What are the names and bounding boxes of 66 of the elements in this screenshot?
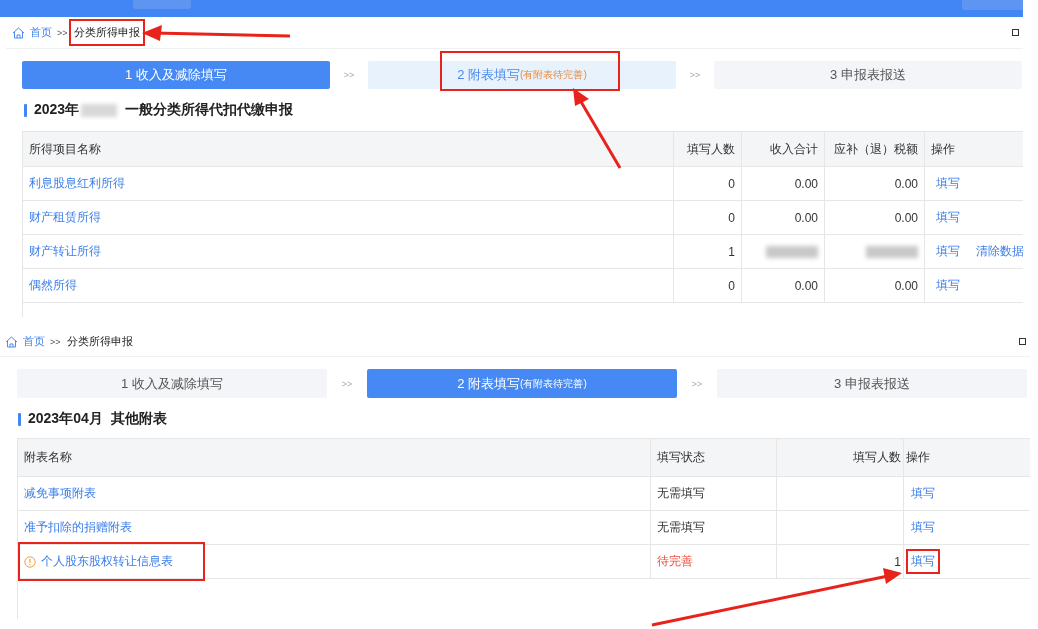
action-link[interactable]: 填写 (906, 481, 940, 506)
form-link[interactable]: 财产转让所得 (29, 243, 101, 260)
step-tab[interactable]: 3 申报表报送 (717, 369, 1027, 398)
step-tab[interactable]: 2 附表填写(有附表待完善) (368, 61, 676, 89)
action-link[interactable]: 填写 (906, 515, 940, 540)
form-link[interactable]: 偶然所得 (29, 277, 77, 294)
table-cell: 无需填写 (657, 485, 705, 502)
column-header: 附表名称 (18, 439, 651, 476)
table-cell: 0.00 (894, 210, 918, 225)
step-tab[interactable]: 3 申报表报送 (714, 61, 1022, 89)
form-link[interactable]: 个人股东股权转让信息表 (41, 553, 173, 570)
step-separator: >> (688, 70, 702, 80)
column-header: 应补（退）税额 (825, 132, 925, 166)
step-tab[interactable]: 1 收入及减除填写 (17, 369, 327, 398)
breadcrumb-current: 分类所得申报 (65, 334, 134, 349)
table-cell: 0 (728, 210, 735, 225)
home-icon (12, 26, 25, 39)
table-cell: 0.00 (794, 278, 818, 293)
action-link[interactable]: 填写 (906, 549, 940, 574)
step-separator: >> (690, 378, 704, 389)
column-header: 操作 (905, 449, 931, 466)
home-icon (5, 335, 18, 348)
form-link[interactable]: 准予扣除的捐赠附表 (24, 519, 132, 536)
table-cell: 0.00 (794, 210, 818, 225)
action-link[interactable]: 填写 (931, 273, 965, 298)
heading-accent (24, 103, 27, 117)
status-text: 待完善 (657, 553, 693, 570)
heading-accent (18, 412, 21, 426)
blurred-value (866, 245, 918, 258)
table-cell: 0.00 (894, 278, 918, 293)
step-separator: >> (340, 378, 354, 389)
table-cell: 0.00 (794, 176, 818, 191)
breadcrumb-separator: >> (50, 336, 61, 347)
column-header: 所得项目名称 (23, 132, 674, 166)
step-tab[interactable]: 2 附表填写(有附表待完善) (367, 369, 677, 398)
step-separator: >> (342, 70, 356, 80)
action-link[interactable]: 填写 (931, 171, 965, 196)
table-cell: 1 (894, 554, 901, 569)
home-link[interactable]: 首页 (23, 334, 45, 349)
form-link[interactable]: 减免事项附表 (24, 485, 96, 502)
step-tab[interactable]: 1 收入及减除填写 (22, 61, 330, 89)
table-cell: 0.00 (894, 176, 918, 191)
form-link[interactable]: 利息股息红利所得 (29, 175, 125, 192)
section-title: 一般分类所得代扣代缴申报 (125, 101, 294, 119)
home-link[interactable]: 首页 (30, 25, 52, 40)
column-header: 操作 (930, 140, 956, 158)
column-header: 收入合计 (742, 132, 825, 166)
action-link[interactable]: 填写 (931, 205, 965, 230)
form-link[interactable]: 财产租赁所得 (29, 209, 101, 226)
square-icon[interactable] (1019, 338, 1026, 345)
section-title: 其他附表 (110, 410, 167, 428)
table-cell: 无需填写 (657, 519, 705, 536)
square-icon[interactable] (1012, 29, 1019, 36)
column-header: 填写人数 (777, 439, 904, 476)
column-header: 填写状态 (651, 439, 777, 476)
table-cell: 0 (728, 176, 735, 191)
section-title: 2023年04月 (28, 410, 103, 428)
table-cell: 1 (728, 244, 735, 259)
section-title: 2023年 (34, 101, 80, 119)
blurred-value (766, 245, 818, 258)
breadcrumb-current: 分类所得申报 (68, 19, 145, 46)
action-link[interactable]: 填写 (931, 239, 965, 264)
action-link[interactable]: 清除数据 (971, 239, 1029, 264)
breadcrumb-separator: >> (57, 27, 68, 38)
column-header: 填写人数 (674, 132, 742, 166)
table-cell: 0 (728, 278, 735, 293)
